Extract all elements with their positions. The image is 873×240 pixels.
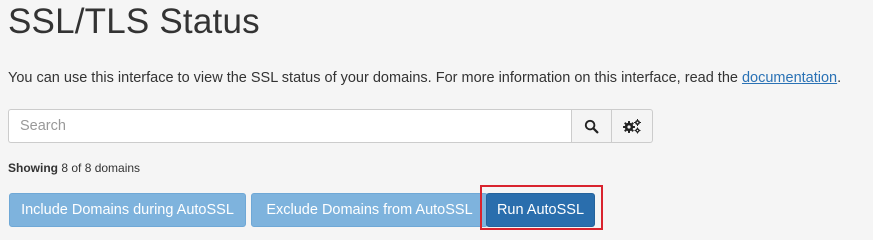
showing-count: 8 of 8 domains <box>61 161 141 175</box>
intro-text: You can use this interface to view the S… <box>8 70 841 86</box>
showing-label: Showing <box>8 161 58 175</box>
search-input[interactable] <box>8 109 571 143</box>
intro-period: . <box>837 70 842 86</box>
documentation-link[interactable]: documentation <box>742 70 837 86</box>
search-icon <box>584 119 599 133</box>
settings-button[interactable] <box>612 109 653 143</box>
page-title: SSL/TLS Status <box>8 2 260 41</box>
include-domains-button[interactable]: Include Domains during AutoSSL <box>9 193 246 227</box>
intro-description: You can use this interface to view the S… <box>8 70 742 86</box>
domain-count: Showing 8 of 8 domains <box>8 161 140 175</box>
exclude-domains-button[interactable]: Exclude Domains from AutoSSL <box>251 193 488 227</box>
search-button[interactable] <box>571 109 612 143</box>
run-autossl-highlight <box>480 185 603 230</box>
search-group <box>8 109 653 143</box>
gears-icon <box>623 119 641 134</box>
